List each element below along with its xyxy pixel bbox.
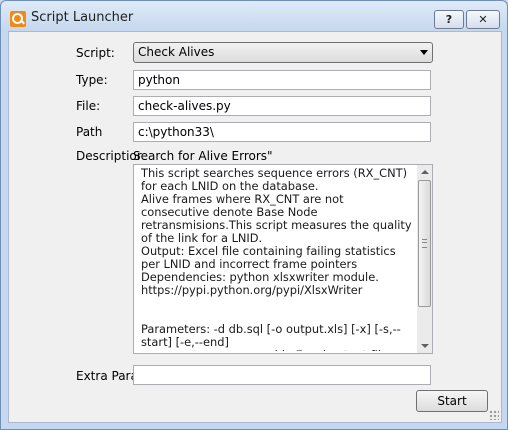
- grip-icon: [422, 239, 427, 248]
- description-label: Descriptior: [76, 149, 142, 163]
- extra-params-field[interactable]: [133, 365, 431, 385]
- app-icon: [10, 11, 26, 27]
- extra-params-label: Extra Para: [76, 369, 138, 383]
- script-label: Script:: [76, 46, 115, 60]
- description-textarea[interactable]: This script searches sequence errors (RX…: [133, 164, 433, 354]
- dialog-body: Script: Check Alives Type: python File: …: [8, 31, 502, 423]
- help-button[interactable]: ?: [434, 10, 464, 29]
- type-field[interactable]: python: [133, 70, 431, 90]
- description-body: This script searches sequence errors (RX…: [141, 167, 412, 351]
- window-title: Script Launcher: [31, 10, 134, 25]
- scroll-down-icon[interactable]: [421, 344, 429, 348]
- script-select-value: Check Alives: [138, 45, 215, 59]
- scroll-thumb[interactable]: [418, 180, 431, 307]
- description-summary: Search for Alive Errors": [133, 149, 273, 163]
- path-field[interactable]: c:\python33\: [133, 122, 431, 142]
- chevron-down-icon: [420, 50, 428, 55]
- script-select[interactable]: Check Alives: [133, 42, 433, 63]
- resize-grip-icon[interactable]: [489, 410, 499, 420]
- description-scrollbar[interactable]: [417, 165, 432, 353]
- start-button[interactable]: Start: [416, 390, 488, 412]
- scroll-up-icon[interactable]: [421, 170, 429, 174]
- title-bar[interactable]: Script Launcher ? ✕: [1, 1, 507, 31]
- file-label: File:: [76, 99, 101, 113]
- path-label: Path: [76, 125, 103, 139]
- type-label: Type:: [76, 73, 108, 87]
- file-field[interactable]: check-alives.py: [133, 96, 431, 116]
- script-launcher-window: Script Launcher ? ✕ Script: Check Alives…: [0, 0, 508, 430]
- close-button[interactable]: ✕: [466, 10, 500, 29]
